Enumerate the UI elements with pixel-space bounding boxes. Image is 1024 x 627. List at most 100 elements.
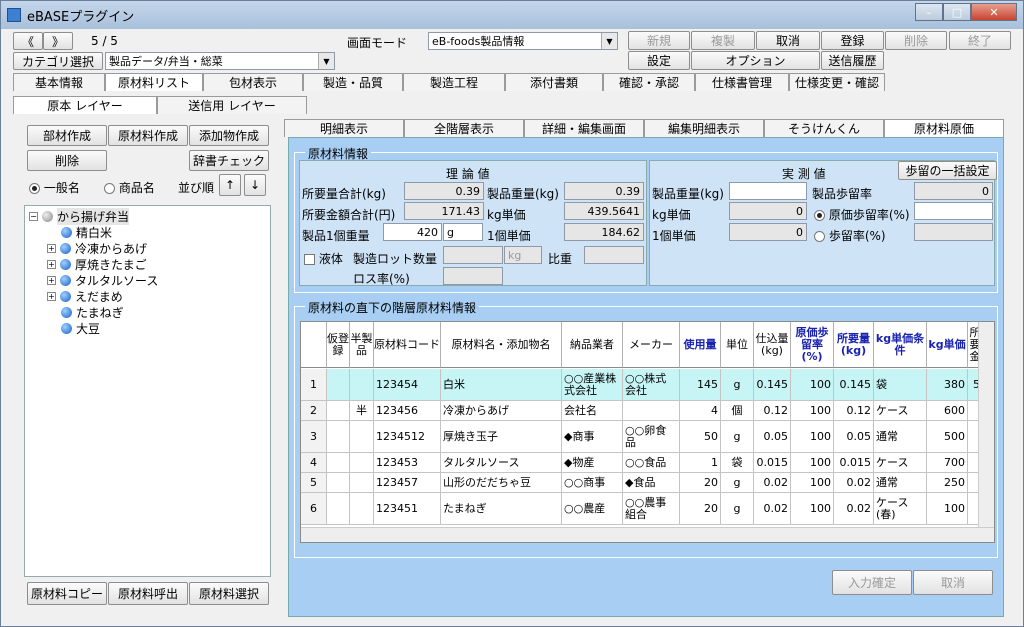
tab-process[interactable]: 製造工程 xyxy=(403,73,505,91)
radio-product-name[interactable]: 商品名 xyxy=(104,179,155,196)
expand-icon[interactable]: + xyxy=(47,276,56,285)
grid-cell-kari[interactable] xyxy=(327,401,350,421)
delete-button[interactable]: 削除 xyxy=(885,31,947,50)
grid-header[interactable]: 原材料コード xyxy=(374,322,441,368)
radio-general-name[interactable]: 一般名 xyxy=(29,179,80,196)
row-number[interactable]: 2 xyxy=(301,401,327,421)
tree-item[interactable]: たまねぎ xyxy=(61,304,124,321)
grid-cell-han[interactable]: 半 xyxy=(350,401,374,421)
grid-cell-cond[interactable]: 袋 xyxy=(874,369,927,401)
tree-root[interactable]: − から揚げ弁当 xyxy=(29,208,130,225)
grid-cell-kari[interactable] xyxy=(327,369,350,401)
grid-cell-code[interactable]: 123454 xyxy=(374,369,441,401)
new-button[interactable]: 新規 xyxy=(628,31,690,50)
grid-cell-cond[interactable]: ケース xyxy=(874,453,927,473)
grid-header[interactable]: 使用量 xyxy=(680,322,721,368)
create-additive-button[interactable]: 添加物作成 xyxy=(189,125,269,146)
grid-cell-unit[interactable]: g xyxy=(721,473,754,493)
grid-cell-code[interactable]: 123453 xyxy=(374,453,441,473)
collapse-icon[interactable]: − xyxy=(29,212,38,221)
grid-cell-req[interactable]: 0.02 xyxy=(834,493,874,525)
tab-attachments[interactable]: 添付書類 xyxy=(505,73,603,91)
tab-all-levels[interactable]: 全階層表示 xyxy=(404,119,524,137)
grid-cell-han[interactable] xyxy=(350,421,374,453)
create-material-button[interactable]: 部材作成 xyxy=(27,125,107,146)
grid-cell-code[interactable]: 123457 xyxy=(374,473,441,493)
grid-cell-unit[interactable]: g xyxy=(721,421,754,453)
tree-item[interactable]: + 冷凍からあげ xyxy=(47,240,147,257)
grid-cell-maker[interactable]: ○○食品 xyxy=(623,453,680,473)
grid-cell-maker[interactable]: ○○農事組合 xyxy=(623,493,680,525)
row-number[interactable]: 4 xyxy=(301,453,327,473)
grid-cell-use[interactable]: 20 xyxy=(680,473,721,493)
grid-cell-shikomi[interactable]: 0.02 xyxy=(754,493,791,525)
grid-cell-kgp[interactable]: 250 xyxy=(927,473,968,493)
grid-cell-yield[interactable]: 100 xyxy=(791,473,834,493)
grid-cell-kari[interactable] xyxy=(327,493,350,525)
grid-header[interactable]: 単位 xyxy=(721,322,754,368)
duplicate-button[interactable]: 複製 xyxy=(691,31,755,50)
grid-cell-shikomi[interactable]: 0.015 xyxy=(754,453,791,473)
material-grid[interactable]: 仮登録 半製品 原材料コード 原材料名・添加物名 納品業者 メーカー 使用量 単位 仕込量(kg… xyxy=(300,321,995,543)
category-select[interactable]: 製品データ/弁当・総菜 ▼ xyxy=(105,52,335,70)
grid-cell-use[interactable]: 1 xyxy=(680,453,721,473)
expand-icon[interactable]: + xyxy=(47,244,56,253)
grid-cell-shikomi[interactable]: 0.145 xyxy=(754,369,791,401)
grid-cell-kari[interactable] xyxy=(327,421,350,453)
grid-cell-cond[interactable]: 通常 xyxy=(874,421,927,453)
tab-basic-info[interactable]: 基本情報 xyxy=(13,73,105,91)
grid-cell-shikomi[interactable]: 0.02 xyxy=(754,473,791,493)
grid-cell-maker[interactable]: ○○卵食品 xyxy=(623,421,680,453)
tab-send-layer[interactable]: 送信用 レイヤー xyxy=(157,96,307,114)
row-number[interactable]: 5 xyxy=(301,473,327,493)
grid-cell-vendor[interactable]: ◆商事 xyxy=(562,421,623,453)
grid-cell-maker[interactable]: ◆食品 xyxy=(623,473,680,493)
grid-cell-kari[interactable] xyxy=(327,473,350,493)
grid-cell-vendor[interactable]: ◆物産 xyxy=(562,453,623,473)
settings-button[interactable]: 設定 xyxy=(628,51,690,70)
grid-cell-use[interactable]: 145 xyxy=(680,369,721,401)
tab-raw-material-list[interactable]: 原材料リスト xyxy=(105,73,203,91)
sort-down-button[interactable]: ↓ xyxy=(244,174,266,196)
raw-material-copy-button[interactable]: 原材料コピー xyxy=(27,582,107,605)
grid-header[interactable]: 納品業者 xyxy=(562,322,623,368)
grid-cell-kgp[interactable]: 500 xyxy=(927,421,968,453)
grid-cell-req[interactable]: 0.05 xyxy=(834,421,874,453)
grid-cell-han[interactable] xyxy=(350,473,374,493)
grid-cell-unit[interactable]: 個 xyxy=(721,401,754,421)
grid-cell-yield[interactable]: 100 xyxy=(791,421,834,453)
grid-cell-kgp[interactable]: 700 xyxy=(927,453,968,473)
tab-raw-material-cost[interactable]: 原材料原価 xyxy=(884,119,1004,137)
grid-header[interactable]: 原材料名・添加物名 xyxy=(441,322,562,368)
grid-header[interactable]: 半製品 xyxy=(350,322,374,368)
row-number[interactable]: 6 xyxy=(301,493,327,525)
tab-souken[interactable]: そうけんくん xyxy=(764,119,884,137)
grid-cell-req[interactable]: 0.02 xyxy=(834,473,874,493)
raw-material-call-button[interactable]: 原材料呼出 xyxy=(108,582,188,605)
tree-item[interactable]: 大豆 xyxy=(61,320,100,337)
grid-cell-kgp[interactable]: 600 xyxy=(927,401,968,421)
grid-cell-shikomi[interactable]: 0.05 xyxy=(754,421,791,453)
grid-cell-yield[interactable]: 100 xyxy=(791,369,834,401)
grid-cell-kari[interactable] xyxy=(327,453,350,473)
grid-cell-use[interactable]: 20 xyxy=(680,493,721,525)
grid-cell-name[interactable]: 厚焼き玉子 xyxy=(441,421,562,453)
tab-original-layer[interactable]: 原本 レイヤー xyxy=(13,96,157,114)
dictionary-check-button[interactable]: 辞書チェック xyxy=(189,150,269,171)
tree-item[interactable]: + タルタルソース xyxy=(47,272,158,289)
unit-weight-unit[interactable]: g xyxy=(443,223,483,241)
grid-header[interactable]: メーカー xyxy=(623,322,680,368)
grid-header[interactable]: 所要量(kg) xyxy=(834,322,874,368)
grid-cell-code[interactable]: 1234512 xyxy=(374,421,441,453)
minimize-button[interactable]: – xyxy=(915,3,943,21)
expand-icon[interactable]: + xyxy=(47,260,56,269)
yield-radio[interactable]: 歩留率(%) xyxy=(814,227,886,244)
grid-cell-han[interactable] xyxy=(350,369,374,401)
grid-cell-shikomi[interactable]: 0.12 xyxy=(754,401,791,421)
create-raw-material-button[interactable]: 原材料作成 xyxy=(108,125,188,146)
tab-detail-edit[interactable]: 詳細・編集画面 xyxy=(524,119,644,137)
grid-cell-yield[interactable]: 100 xyxy=(791,453,834,473)
grid-cell-vendor[interactable]: 会社名 xyxy=(562,401,623,421)
grid-cell-use[interactable]: 50 xyxy=(680,421,721,453)
grid-cell-name[interactable]: 冷凍からあげ xyxy=(441,401,562,421)
